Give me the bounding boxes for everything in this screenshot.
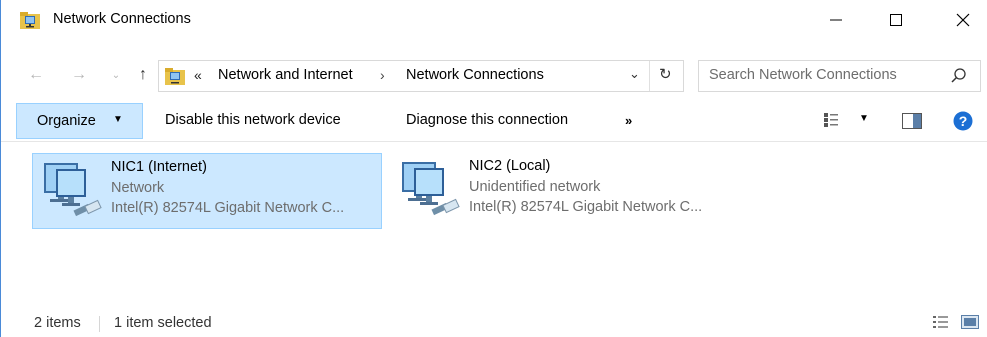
connection-item-nic1[interactable]: NIC1 (Internet) Network Intel(R) 82574L … (32, 153, 382, 229)
connection-name: NIC1 (Internet) (111, 159, 207, 175)
help-icon[interactable]: ? (953, 111, 973, 131)
hidden-locations-chevron[interactable]: « (194, 67, 202, 83)
forward-button[interactable]: → (68, 64, 90, 86)
window-title: Network Connections (53, 11, 191, 27)
view-options-dropdown[interactable]: ▼ (859, 113, 869, 124)
diagnose-connection-button[interactable]: Diagnose this connection (406, 112, 568, 128)
connection-device: Intel(R) 82574L Gigabit Network C... (111, 200, 345, 216)
organize-label: Organize (37, 113, 96, 129)
preview-pane-icon[interactable] (902, 113, 922, 129)
item-count: 2 items (34, 315, 81, 331)
refresh-button[interactable]: ↻ (659, 65, 672, 83)
network-folder-icon (165, 68, 185, 85)
title-bar: Network Connections (1, 0, 987, 40)
search-icon[interactable] (950, 67, 968, 85)
connection-item-nic2[interactable]: NIC2 (Local) Unidentified network Intel(… (391, 153, 741, 229)
back-button[interactable]: ← (25, 64, 47, 86)
network-folder-icon (20, 12, 40, 29)
recent-locations-button[interactable]: ⌄ (105, 64, 127, 86)
large-icons-view-icon[interactable] (961, 315, 979, 329)
breadcrumb-network-connections[interactable]: Network Connections (406, 67, 544, 83)
connection-network: Unidentified network (469, 179, 601, 195)
change-view-icon[interactable] (823, 112, 839, 128)
command-bar: Organize ▼ Disable this network device D… (1, 101, 987, 142)
maximize-button[interactable] (873, 0, 919, 40)
chevron-down-icon: ▼ (113, 114, 123, 125)
address-dropdown-button[interactable]: ⌄ (629, 66, 640, 82)
search-placeholder: Search Network Connections (709, 67, 897, 83)
close-icon (956, 13, 970, 27)
breadcrumb-network-and-internet[interactable]: Network and Internet (218, 67, 353, 83)
details-view-icon[interactable] (933, 315, 949, 329)
breadcrumb-separator[interactable]: › (380, 67, 385, 83)
connection-device: Intel(R) 82574L Gigabit Network C... (469, 199, 703, 215)
connection-network: Network (111, 180, 165, 196)
connection-name: NIC2 (Local) (469, 158, 551, 174)
status-bar: 2 items 1 item selected (1, 310, 987, 337)
minimize-icon (830, 19, 842, 21)
network-adapter-icon (44, 163, 102, 217)
disable-device-button[interactable]: Disable this network device (165, 112, 341, 128)
organize-button[interactable]: Organize ▼ (16, 103, 143, 139)
navigation-row: ← → ⌄ ↑ « Network and Internet › Network… (1, 56, 987, 96)
search-input[interactable]: Search Network Connections (698, 60, 981, 92)
network-adapter-icon (402, 162, 460, 216)
minimize-button[interactable] (813, 0, 859, 40)
address-divider (649, 61, 650, 91)
up-button[interactable]: ↑ (132, 64, 154, 86)
address-bar[interactable]: « Network and Internet › Network Connect… (158, 60, 684, 92)
close-button[interactable] (940, 0, 986, 40)
status-divider (99, 316, 100, 332)
svg-text:?: ? (959, 113, 968, 129)
explorer-window: Network Connections ← → ⌄ ↑ « Network an… (0, 0, 987, 337)
selection-count: 1 item selected (114, 315, 212, 331)
maximize-icon (890, 14, 902, 26)
more-commands-button[interactable]: » (625, 113, 632, 128)
